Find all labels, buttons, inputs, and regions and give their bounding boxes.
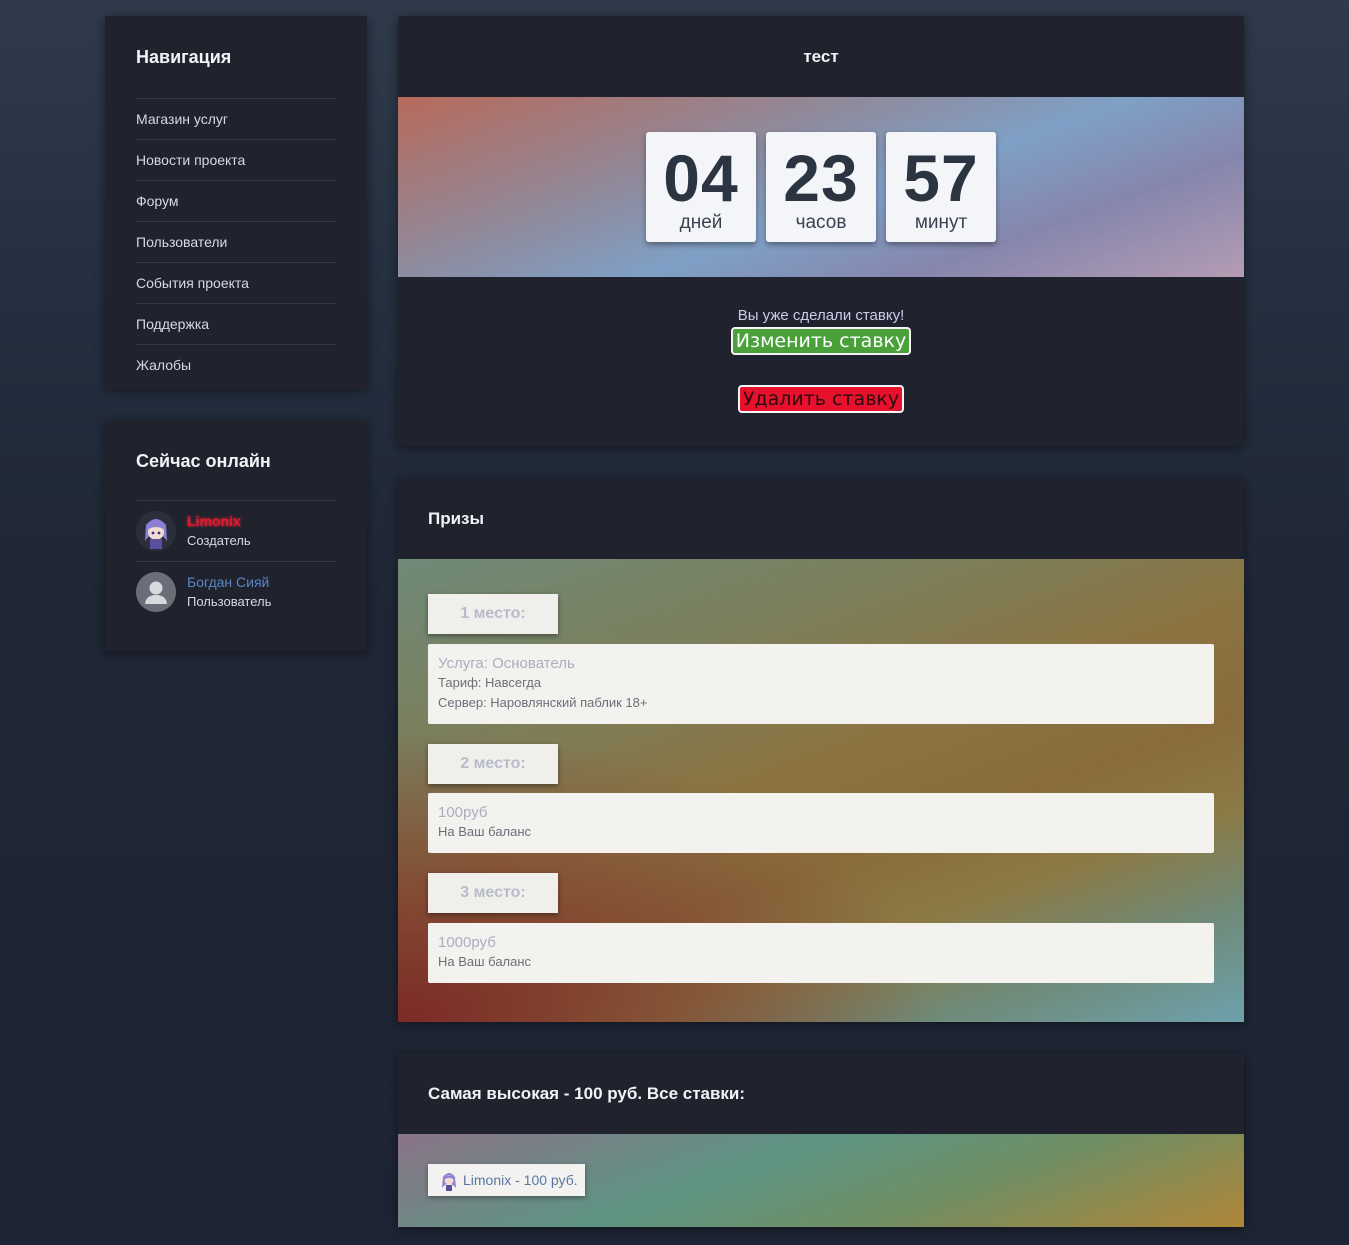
countdown-minutes: 57 минут xyxy=(886,132,996,242)
delete-bet-button[interactable]: Удалить ставку xyxy=(737,385,905,413)
nav-item-forum[interactable]: Форум xyxy=(136,180,336,221)
navigation-title: Навигация xyxy=(136,47,232,67)
online-user-role: Пользователь xyxy=(187,594,272,609)
default-user-icon xyxy=(136,572,176,612)
prizes-title: Призы xyxy=(428,509,485,528)
prizes-area: 1 место: Услуга: Основатель Тариф: Навсе… xyxy=(398,559,1244,1022)
online-title: Сейчас онлайн xyxy=(136,451,271,471)
prize-card: Услуга: Основатель Тариф: Навсегда Серве… xyxy=(428,644,1214,724)
nav-item-events[interactable]: События проекта xyxy=(136,262,336,303)
online-block: Сейчас онлайн Limonix Создатель Богдан С… xyxy=(105,420,367,651)
online-user-name[interactable]: Богдан Сияй xyxy=(187,574,269,590)
bet-message: Вы уже сделали ставку! xyxy=(737,307,905,324)
change-bet-button[interactable]: Изменить ставку xyxy=(730,327,912,355)
bets-title: Самая высокая - 100 руб. Все ставки: xyxy=(428,1084,746,1103)
navigation-block: Навигация Магазин услуг Новости проекта … xyxy=(105,16,367,389)
prize-card: 100руб На Ваш баланс xyxy=(428,793,1214,853)
countdown-days: 04 дней xyxy=(646,132,756,242)
anime-avatar-icon xyxy=(442,1173,456,1191)
prize-name: 1000руб xyxy=(438,934,496,951)
countdown-minutes-label: минут xyxy=(914,212,968,233)
countdown-days-value: 04 xyxy=(663,141,739,215)
bets-area: Limonix - 100 руб. xyxy=(398,1134,1244,1227)
prize-card: 1000руб На Ваш баланс xyxy=(428,923,1214,983)
online-users: Limonix Создатель Богдан Сияй Пользовате… xyxy=(136,500,336,622)
bet-entry[interactable]: Limonix - 100 руб. xyxy=(428,1164,585,1196)
nav-item-shop[interactable]: Магазин услуг xyxy=(136,98,336,139)
bet-area: Вы уже сделали ставку! Изменить ставку У… xyxy=(398,277,1244,413)
prize-name: 100руб xyxy=(438,804,488,821)
prize-place-label: 2 место: xyxy=(428,744,558,784)
event-title: тест xyxy=(803,47,839,66)
countdown-minutes-value: 57 xyxy=(903,141,979,215)
countdown-hours: 23 часов xyxy=(766,132,876,242)
nav-item-complaints[interactable]: Жалобы xyxy=(136,344,336,385)
event-panel: тест 04 дней 23 часов 57 минут Вы уже сд… xyxy=(398,16,1244,446)
countdown-days-label: дней xyxy=(679,212,723,233)
nav-item-news[interactable]: Новости проекта xyxy=(136,139,336,180)
navigation-list: Магазин услуг Новости проекта Форум Поль… xyxy=(136,98,336,385)
prize-detail: На Ваш баланс xyxy=(438,954,532,969)
prize-name: Услуга: Основатель xyxy=(438,655,575,672)
countdown-area: 04 дней 23 часов 57 минут xyxy=(398,97,1244,277)
online-user-name[interactable]: Limonix xyxy=(187,513,241,529)
online-user-role: Создатель xyxy=(187,533,251,548)
nav-item-support[interactable]: Поддержка xyxy=(136,303,336,344)
anime-avatar-icon xyxy=(136,511,176,551)
countdown: 04 дней 23 часов 57 минут xyxy=(646,132,996,242)
prize-detail: На Ваш баланс xyxy=(438,824,532,839)
bet-entry-text: Limonix - 100 руб. xyxy=(463,1172,578,1188)
prizes-panel: Призы 1 место: Услуга: Основатель Тариф:… xyxy=(398,478,1244,1022)
prize-detail: Сервер: Наровлянский паблик 18+ xyxy=(438,695,648,710)
countdown-hours-label: часов xyxy=(795,212,847,233)
countdown-hours-value: 23 xyxy=(783,141,859,215)
prize-place-label: 1 место: xyxy=(428,594,558,634)
bets-panel: Самая высокая - 100 руб. Все ставки: Lim… xyxy=(398,1053,1244,1227)
online-user[interactable]: Богдан Сияй Пользователь xyxy=(136,561,336,622)
prize-place-label: 3 место: xyxy=(428,873,558,913)
nav-item-users[interactable]: Пользователи xyxy=(136,221,336,262)
prize-detail: Тариф: Навсегда xyxy=(438,675,542,690)
online-user[interactable]: Limonix Создатель xyxy=(136,500,336,561)
